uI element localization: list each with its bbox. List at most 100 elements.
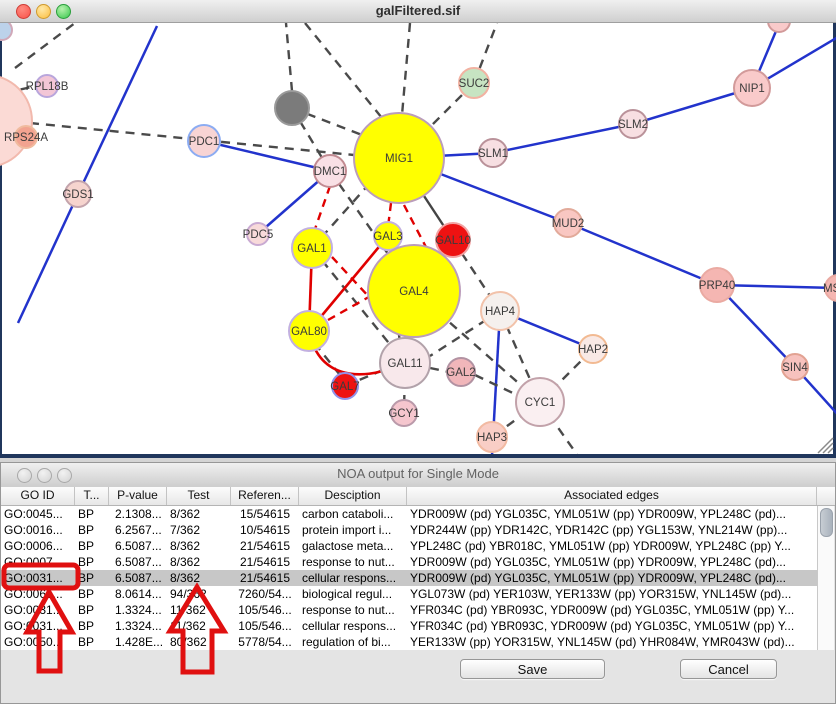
table-cell: YPL248C (pd) YBR018C, YML051W (pp) YDR00…	[407, 538, 817, 554]
network-edge[interactable]	[204, 141, 330, 171]
network-edge[interactable]	[402, 23, 410, 115]
node-unlabeled[interactable]	[275, 91, 309, 125]
node-label: HAP3	[477, 432, 507, 444]
column-header-associatededges[interactable]: Associated edges	[407, 487, 817, 505]
table-cell: BP	[75, 586, 109, 602]
table-cell: BP	[75, 522, 109, 538]
column-header-goid[interactable]: GO ID	[1, 487, 75, 505]
table-cell: 8/362	[167, 570, 231, 586]
network-edge[interactable]	[15, 23, 75, 68]
network-canvas[interactable]: RPL18B RPS24A GDS1 PDC1 PDC5 DMC1 MIG1 SUC2 SLM1…	[0, 23, 836, 458]
table-row[interactable]: GO:0031...BP1.3324...11/362105/546...res…	[1, 602, 819, 618]
save-button[interactable]: Save	[460, 659, 605, 679]
node-unlabeled[interactable]	[768, 23, 790, 32]
table-cell: YDR009W (pd) YGL035C, YML051W (pp) YDR00…	[407, 506, 817, 522]
cancel-button[interactable]: Cancel	[680, 659, 777, 679]
table-cell: 8/362	[167, 538, 231, 554]
node-label: PRP40	[699, 280, 735, 292]
table-cell: 94/362	[167, 586, 231, 602]
network-edge[interactable]	[568, 223, 717, 285]
node-label: DMC1	[314, 166, 347, 178]
network-edge[interactable]	[18, 194, 78, 323]
table-cell: biological regul...	[299, 586, 407, 602]
column-header-pvalue[interactable]: P-value	[109, 487, 167, 505]
table-cell: BP	[75, 506, 109, 522]
network-edge[interactable]	[493, 124, 633, 153]
table-cell: BP	[75, 634, 109, 650]
table-row[interactable]: GO:0065...BP8.0614...94/3627260/54...bio…	[1, 586, 819, 602]
scrollbar-thumb[interactable]	[820, 508, 833, 537]
table-cell: response to nut...	[299, 554, 407, 570]
node-label: GAL4	[399, 286, 429, 298]
table-cell: 21/54615	[231, 538, 299, 554]
node-label: MUD2	[552, 218, 585, 230]
table-cell: 105/546...	[231, 602, 299, 618]
table-cell: carbon cataboli...	[299, 506, 407, 522]
table-row[interactable]: GO:0050...BP1.428E...80/3625778/54...reg…	[1, 634, 819, 650]
table-cell: 8.0614...	[109, 586, 167, 602]
column-header-referen[interactable]: Referen...	[231, 487, 299, 505]
table-cell: protein import i...	[299, 522, 407, 538]
network-edge[interactable]	[305, 23, 382, 118]
network-nodes: RPL18B RPS24A GDS1 PDC1 PDC5 DMC1 MIG1 SUC2 SLM1…	[0, 23, 836, 452]
column-header-test[interactable]: Test	[167, 487, 231, 505]
resize-grip-icon[interactable]	[818, 438, 833, 453]
network-svg[interactable]: RPL18B RPS24A GDS1 PDC1 PDC5 DMC1 MIG1 SUC2 SLM1…	[0, 23, 836, 454]
table-header: GO IDT...P-valueTestReferen...Desciption…	[1, 487, 835, 506]
network-window: galFiltered.sif RPL18B RPS24A GDS1 PDC1 PDC5…	[0, 0, 836, 458]
table-body: GO:0045...BP2.1308...8/36215/54615carbon…	[1, 506, 819, 650]
node-label: SLM1	[478, 148, 508, 160]
table-row[interactable]: GO:0007...BP6.5087...8/36221/54615respon…	[1, 554, 819, 570]
node-label: SIN4	[782, 362, 808, 374]
network-edge[interactable]	[315, 186, 330, 229]
table-row[interactable]: GO:0006...BP6.5087...8/36221/54615galact…	[1, 538, 819, 554]
table-cell: cellular respons...	[299, 618, 407, 634]
table-row[interactable]: GO:0031...BP6.5087...8/36221/54615cellul…	[1, 570, 819, 586]
table-cell: BP	[75, 554, 109, 570]
node-label: PDC1	[189, 136, 220, 148]
node-label: HAP2	[578, 344, 608, 356]
table-cell: 5778/54...	[231, 634, 299, 650]
table-row[interactable]: GO:0045...BP2.1308...8/36215/54615carbon…	[1, 506, 819, 522]
node-label: SUC2	[459, 78, 490, 90]
table-cell: 1.428E...	[109, 634, 167, 650]
table-cell: galactose meta...	[299, 538, 407, 554]
noa-titlebar[interactable]: NOA output for Single Mode	[1, 463, 835, 488]
node-label: NIP1	[739, 83, 765, 95]
table-cell: 8/362	[167, 554, 231, 570]
node-label: PDC5	[243, 229, 274, 241]
table-cell: 2.1308...	[109, 506, 167, 522]
table-cell: GO:0045...	[1, 506, 75, 522]
table-cell: 1.3324...	[109, 602, 167, 618]
table-cell: cellular respons...	[299, 570, 407, 586]
table-cell: BP	[75, 602, 109, 618]
node-label: RPS24A	[4, 132, 48, 144]
table-row[interactable]: GO:0016...BP6.2567...7/36210/54615protei…	[1, 522, 819, 538]
node-label: GDS1	[62, 189, 93, 201]
table-cell: regulation of bi...	[299, 634, 407, 650]
noa-window: NOA output for Single Mode GO IDT...P-va…	[0, 462, 836, 704]
table-cell: 11/362	[167, 602, 231, 618]
node-unlabeled[interactable]	[0, 23, 12, 40]
table-cell: 1.3324...	[109, 618, 167, 634]
network-edge[interactable]	[78, 26, 157, 194]
node-label: GAL2	[446, 367, 475, 379]
table-cell: 11/362	[167, 618, 231, 634]
network-edge[interactable]	[286, 23, 292, 91]
node-label: GAL80	[291, 326, 327, 338]
node-label: MIG1	[385, 153, 413, 165]
node-label: MSL1	[823, 283, 836, 295]
network-titlebar[interactable]: galFiltered.sif	[0, 0, 836, 23]
column-header-t[interactable]: T...	[75, 487, 109, 505]
table-cell: 6.5087...	[109, 538, 167, 554]
table-cell: YDR009W (pd) YGL035C, YML051W (pp) YDR00…	[407, 554, 817, 570]
table-cell: GO:0031...	[1, 570, 75, 586]
node-label: RPL18B	[26, 81, 69, 93]
table-row[interactable]: GO:0031...BP1.3324...11/362105/546...cel…	[1, 618, 819, 634]
table-scrollbar[interactable]	[817, 506, 834, 650]
table-cell: YDR009W (pd) YGL035C, YML051W (pp) YDR00…	[407, 570, 817, 586]
table-cell: response to nut...	[299, 602, 407, 618]
column-header-desciption[interactable]: Desciption	[299, 487, 407, 505]
table-cell: YER133W (pp) YOR315W, YNL145W (pd) YHR08…	[407, 634, 817, 650]
table-cell: GO:0016...	[1, 522, 75, 538]
